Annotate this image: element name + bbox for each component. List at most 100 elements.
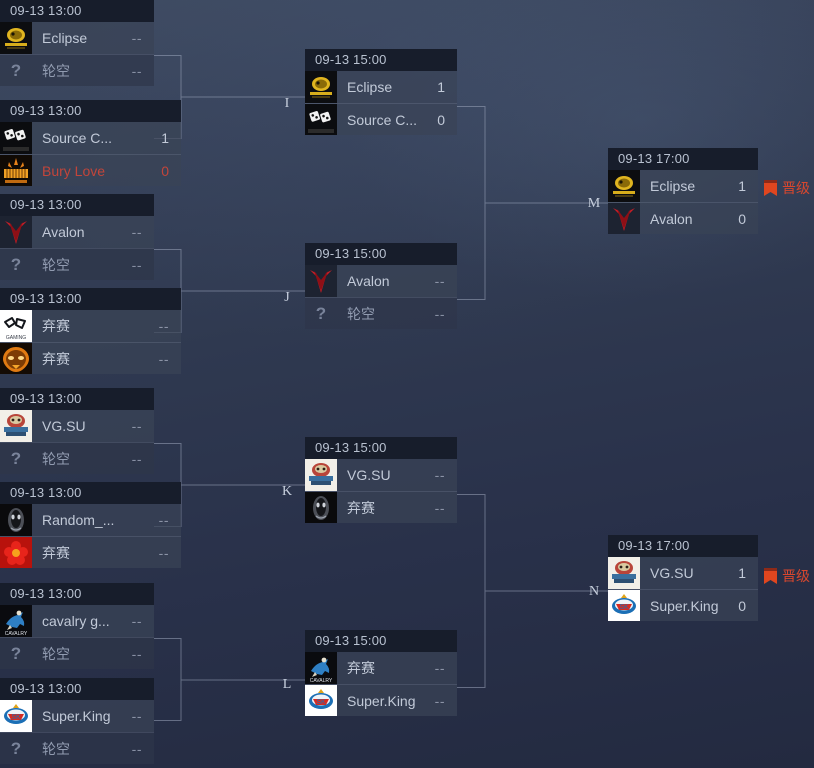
team-logo-random-dark bbox=[305, 491, 337, 523]
team-logo-avalon bbox=[608, 202, 640, 234]
team-row[interactable]: Bury Love 0 bbox=[0, 154, 181, 186]
team-row[interactable]: Random_... -- bbox=[0, 504, 181, 536]
team-row[interactable]: 弃赛 -- bbox=[305, 491, 457, 523]
team-score: -- bbox=[158, 318, 169, 334]
match-time: 09-13 13:00 bbox=[0, 482, 181, 504]
question-mark-icon: ? bbox=[10, 254, 22, 274]
team-row[interactable]: SK Super.King -- bbox=[305, 684, 457, 716]
match-card[interactable]: 09-13 13:00 CAVALRY cavalry g... -- ? 轮空… bbox=[0, 583, 154, 669]
team-row[interactable]: SK Super.King -- bbox=[0, 700, 154, 732]
team-logo-vg-su bbox=[305, 459, 337, 491]
match-card[interactable]: 09-13 15:00 CAVALRY 弃赛 -- SK Super.King … bbox=[305, 630, 457, 716]
match-time: 09-13 13:00 bbox=[0, 288, 181, 310]
match-card[interactable]: 09-13 15:00 Avalon -- ? 轮空 -- bbox=[305, 243, 457, 329]
match-card[interactable]: 09-13 13:00 SK Super.King -- ? 轮空 -- bbox=[0, 678, 154, 764]
team-name: Eclipse bbox=[42, 30, 88, 46]
advance-label: 晋级 bbox=[782, 181, 810, 197]
team-name: cavalry g... bbox=[42, 613, 110, 629]
match-card[interactable]: 09-13 13:00 Random_... -- 弃赛 -- bbox=[0, 482, 181, 568]
team-score: -- bbox=[131, 224, 142, 240]
team-name: Eclipse bbox=[650, 178, 696, 194]
team-row[interactable]: ? 轮空 -- bbox=[0, 442, 154, 474]
team-row[interactable]: ? 轮空 -- bbox=[305, 297, 457, 329]
team-logo-vg-su bbox=[608, 557, 640, 589]
match-card[interactable]: 09-13 13:00 VG.SU -- ? 轮空 -- bbox=[0, 388, 154, 474]
team-row[interactable]: 弃赛 -- bbox=[0, 536, 181, 568]
svg-text:SK: SK bbox=[619, 604, 629, 611]
team-score: -- bbox=[434, 305, 445, 322]
team-row[interactable]: Eclipse 1 bbox=[305, 71, 457, 103]
team-logo-vg-su bbox=[0, 410, 32, 442]
match-card[interactable]: 09-13 13:00 Source C... 1 Bury Love 0 bbox=[0, 100, 181, 186]
team-row[interactable]: Eclipse 1 bbox=[608, 170, 758, 202]
match-card[interactable]: 09-13 13:00 Eclipse -- ? 轮空 -- bbox=[0, 0, 154, 86]
team-score: -- bbox=[434, 499, 445, 516]
flag-icon bbox=[764, 180, 777, 196]
team-name: 轮空 bbox=[42, 62, 70, 79]
svg-text:SK: SK bbox=[316, 699, 326, 706]
team-logo-super-king: SK bbox=[608, 589, 640, 621]
team-logo-source-club bbox=[305, 103, 337, 135]
match-card[interactable]: 09-13 13:00 GAMING 弃赛 -- 弃赛 -- bbox=[0, 288, 181, 374]
team-score: -- bbox=[158, 544, 169, 561]
team-name: VG.SU bbox=[42, 418, 86, 434]
team-row[interactable]: SK Super.King 0 bbox=[608, 589, 758, 621]
team-row[interactable]: ? 轮空 -- bbox=[0, 248, 154, 280]
team-row[interactable]: Eclipse -- bbox=[0, 22, 154, 54]
team-name: Super.King bbox=[42, 708, 111, 724]
match-time: 09-13 13:00 bbox=[0, 388, 154, 410]
team-row[interactable]: ? 轮空 -- bbox=[0, 732, 154, 764]
match-card[interactable]: 09-13 13:00 Avalon -- ? 轮空 -- bbox=[0, 194, 154, 280]
round-letter-K: K bbox=[281, 484, 293, 499]
team-name: Random_... bbox=[42, 512, 115, 528]
match-time: 09-13 17:00 bbox=[608, 148, 758, 170]
match-card[interactable]: 09-13 17:00 VG.SU 1 SK Super.King 0 bbox=[608, 535, 758, 621]
team-row[interactable]: VG.SU 1 bbox=[608, 557, 758, 589]
match-card[interactable]: 09-13 15:00 Eclipse 1 Source C... 0 bbox=[305, 49, 457, 135]
team-row[interactable]: CAVALRY 弃赛 -- bbox=[305, 652, 457, 684]
team-score: 0 bbox=[437, 111, 445, 128]
team-row[interactable]: Avalon -- bbox=[0, 216, 154, 248]
team-name: 轮空 bbox=[42, 256, 70, 273]
match-time: 09-13 15:00 bbox=[305, 437, 457, 459]
team-row[interactable]: ? 轮空 -- bbox=[0, 54, 154, 86]
team-score: -- bbox=[131, 645, 142, 662]
team-row[interactable]: ? 轮空 -- bbox=[0, 637, 154, 669]
round-letter-L: L bbox=[282, 677, 292, 692]
team-score: -- bbox=[434, 467, 445, 483]
match-card[interactable]: 09-13 17:00 Eclipse 1 Avalon 0 bbox=[608, 148, 758, 234]
team-name: Bury Love bbox=[42, 162, 106, 179]
team-row[interactable]: Avalon 0 bbox=[608, 202, 758, 234]
match-time: 09-13 13:00 bbox=[0, 194, 154, 216]
team-score: 1 bbox=[437, 79, 445, 95]
question-mark-icon: ? bbox=[10, 643, 22, 663]
team-row[interactable]: Source C... 1 bbox=[0, 122, 181, 154]
team-row[interactable]: GAMING 弃赛 -- bbox=[0, 310, 181, 342]
team-row[interactable]: VG.SU -- bbox=[305, 459, 457, 491]
team-score: -- bbox=[131, 708, 142, 724]
match-card[interactable]: 09-13 15:00 VG.SU -- 弃赛 -- bbox=[305, 437, 457, 523]
team-score: 0 bbox=[738, 597, 746, 614]
match-time: 09-13 13:00 bbox=[0, 678, 154, 700]
team-logo-eclipse bbox=[305, 71, 337, 103]
team-score: -- bbox=[131, 418, 142, 434]
match-time: 09-13 13:00 bbox=[0, 100, 181, 122]
team-row[interactable]: VG.SU -- bbox=[0, 410, 154, 442]
team-score: -- bbox=[434, 692, 445, 709]
team-name: 轮空 bbox=[42, 450, 70, 467]
svg-text:GAMING: GAMING bbox=[6, 335, 26, 341]
question-mark-icon: ? bbox=[10, 60, 22, 80]
team-name: VG.SU bbox=[347, 467, 391, 483]
round-letter-I: I bbox=[284, 96, 290, 111]
team-score: 0 bbox=[161, 162, 169, 179]
round-letter-N: N bbox=[588, 584, 600, 599]
team-row[interactable]: Source C... 0 bbox=[305, 103, 457, 135]
team-score: 1 bbox=[161, 130, 169, 146]
match-time: 09-13 13:00 bbox=[0, 583, 154, 605]
team-row[interactable]: Avalon -- bbox=[305, 265, 457, 297]
team-logo-avalon bbox=[305, 265, 337, 297]
team-row[interactable]: CAVALRY cavalry g... -- bbox=[0, 605, 154, 637]
team-score: -- bbox=[131, 740, 142, 757]
team-logo-bury-love bbox=[0, 154, 32, 186]
team-row[interactable]: 弃赛 -- bbox=[0, 342, 181, 374]
